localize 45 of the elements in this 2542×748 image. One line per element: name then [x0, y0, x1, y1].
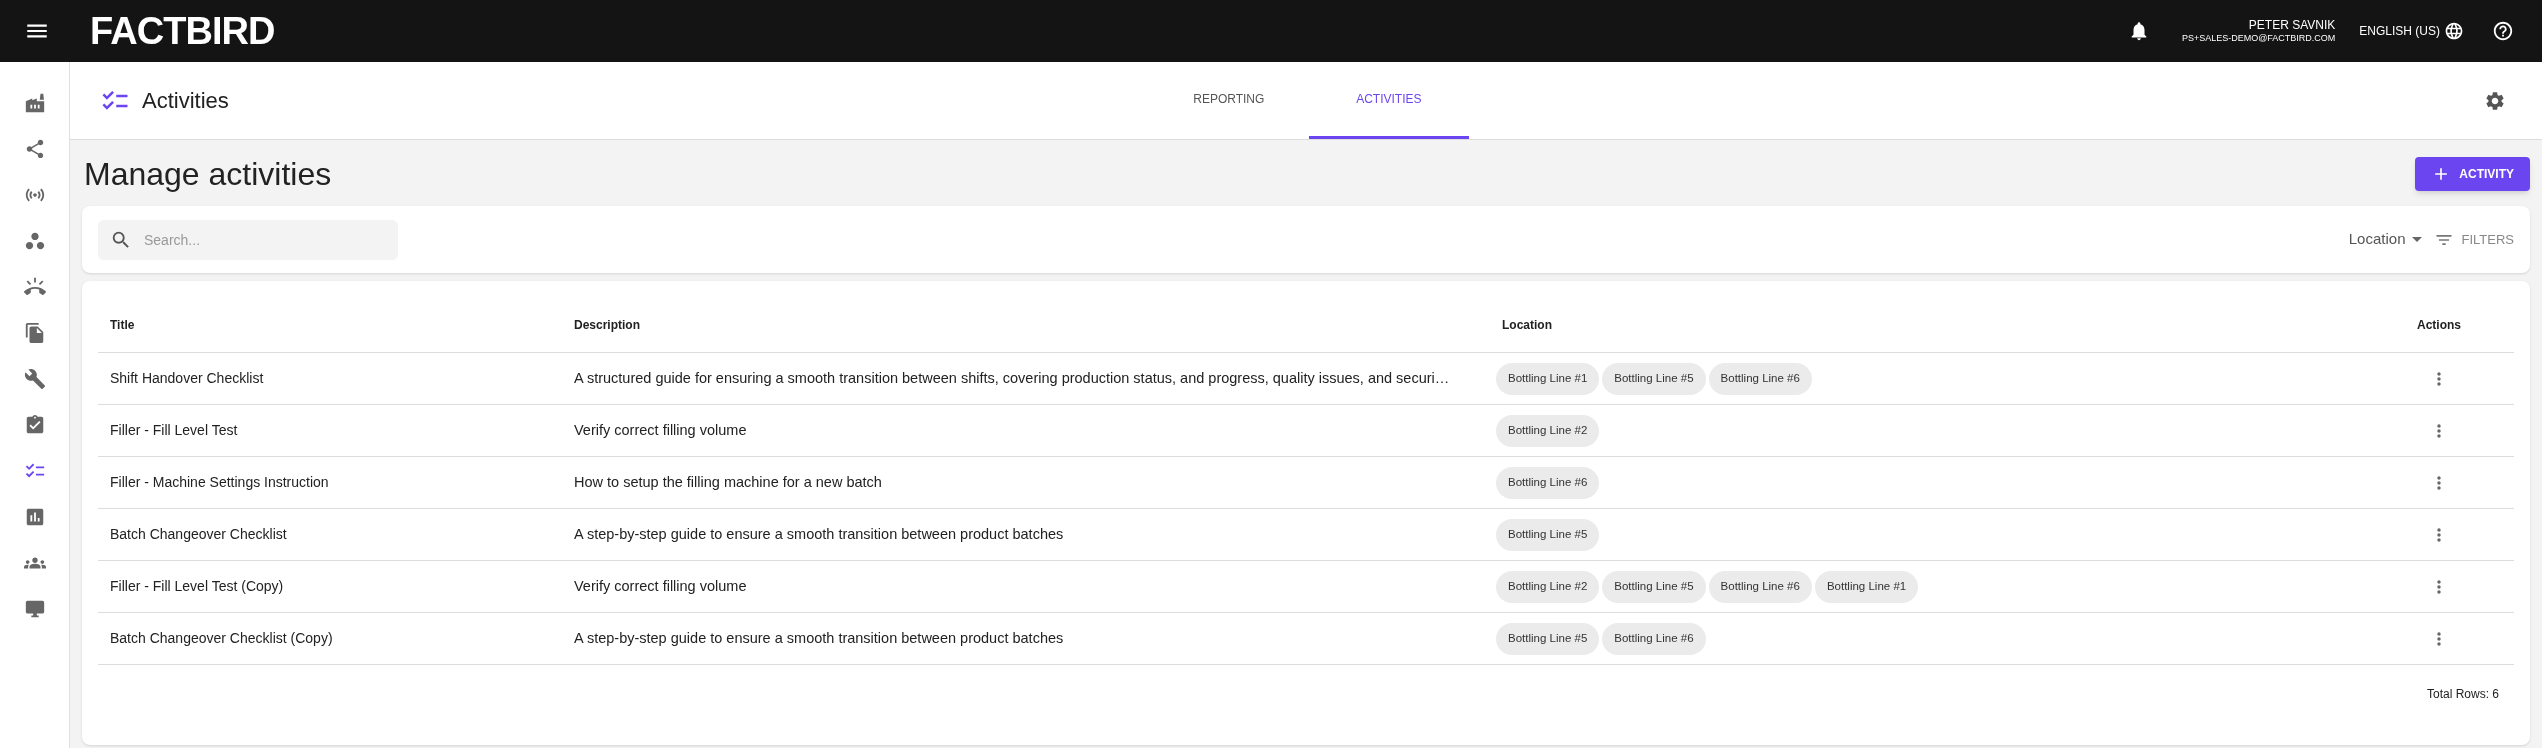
table-cell-text: A structured guide for ensuring a smooth transition between shifts, covering production status, and progress, quality issues, and securi… [573, 368, 1451, 388]
logo: FACTBIRD [90, 8, 275, 54]
location-chip: Bottling Line #6 [1708, 362, 1812, 395]
table-cell-text: Filler - Fill Level Test [109, 421, 239, 440]
column-header: Description [573, 317, 641, 334]
table-cell-text: Batch Changeover Checklist [109, 525, 288, 544]
table-cell-text: Batch Changeover Checklist (Copy) [109, 629, 334, 648]
column-header: Title [109, 317, 136, 334]
page-title: Manage activities [84, 155, 332, 194]
globe-icon [2444, 21, 2464, 41]
table-cell-text: Filler - Fill Level Test (Copy) [109, 577, 285, 596]
location-chip: Bottling Line #6 [1496, 466, 1600, 499]
location-chip: Bottling Line #6 [1602, 622, 1706, 655]
column-header: Actions [2416, 317, 2462, 334]
language-button[interactable]: ENGLISH (US) [2359, 21, 2464, 41]
total-rows: Total Rows: 6 [2426, 685, 2499, 703]
location-chip: Bottling Line #5 [1496, 622, 1600, 655]
table-cell-text: How to setup the filling machine for a new batch [573, 472, 883, 492]
caret-icon [2411, 237, 2422, 242]
location-chip: Bottling Line #2 [1496, 414, 1600, 447]
column-header: Location [1501, 317, 1553, 334]
location-dropdown[interactable]: Location [2348, 228, 2422, 251]
add-activity-button[interactable]: ACTIVITY [2415, 157, 2530, 191]
location-chip: Bottling Line #5 [1496, 518, 1600, 551]
search-field[interactable]: Search... [98, 219, 398, 260]
tab[interactable]: ACTIVITIES [1308, 62, 1469, 139]
location-chip: Bottling Line #6 [1708, 570, 1812, 603]
location-chip: Bottling Line #1 [1814, 570, 1919, 603]
tab[interactable]: REPORTING [1148, 62, 1309, 139]
settings-icon[interactable] [2484, 89, 2506, 112]
location-chip: Bottling Line #5 [1602, 570, 1706, 603]
table-cell-text: Filler - Machine Settings Instruction [109, 473, 330, 492]
header-title: Activities [142, 87, 229, 115]
location-chip: Bottling Line #5 [1602, 362, 1706, 395]
table-cell-text: Verify correct filling volume [573, 576, 748, 596]
table-cell-text: Shift Handover Checklist [109, 369, 265, 388]
location-chip: Bottling Line #2 [1496, 570, 1600, 603]
table-cell-text: Verify correct filling volume [573, 420, 748, 440]
filters-button[interactable]: FILTERS [2433, 229, 2514, 250]
location-chip: Bottling Line #1 [1496, 362, 1600, 395]
table-cell-text: A step-by-step guide to ensure a smooth transition between product batches [573, 524, 1065, 544]
table-cell-text: A step-by-step guide to ensure a smooth transition between product batches [573, 628, 1065, 648]
user-name: PETER SAVNIK [2248, 17, 2336, 33]
help-icon[interactable] [2492, 20, 2514, 42]
user-email: PS+SALES-DEMO@FACTBIRD.COM [2181, 32, 2336, 45]
